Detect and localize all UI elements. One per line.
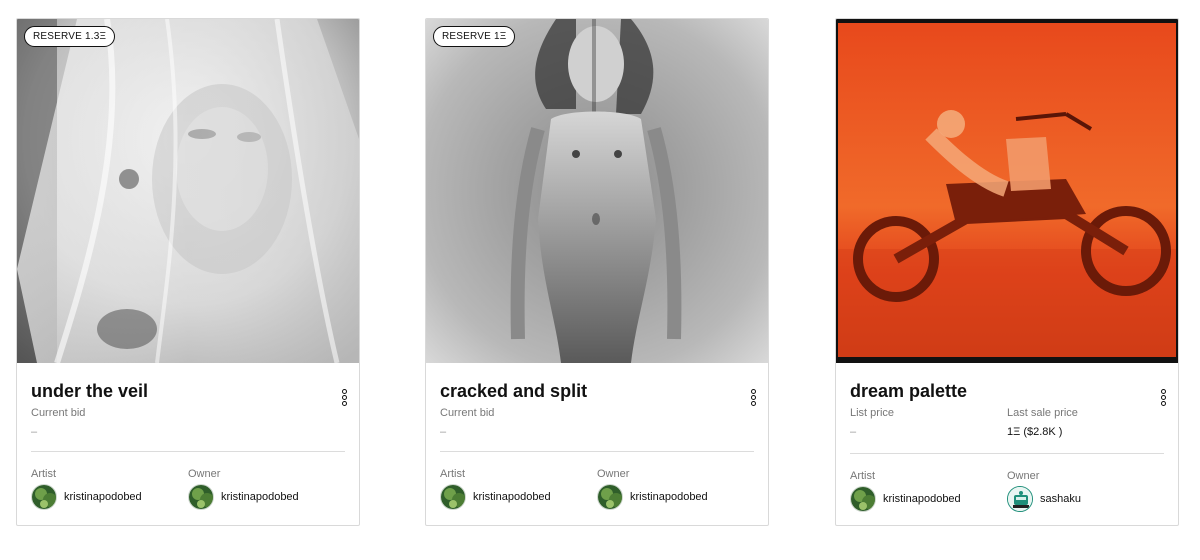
price-label: Current bid — [31, 407, 86, 419]
reserve-badge: RESERVE 1.3Ξ — [24, 26, 116, 47]
owner-link[interactable]: kristinapodobed — [188, 484, 299, 510]
artwork-title[interactable]: cracked and split — [440, 381, 587, 402]
artwork-image-under-the-veil[interactable]: RESERVE 1.3Ξ — [17, 19, 359, 363]
nft-card-cracked-and-split[interactable]: RESERVE 1Ξ cracked and split Current bid… — [425, 18, 769, 526]
divider — [31, 451, 345, 452]
price-value: – — [31, 426, 38, 438]
divider — [440, 451, 754, 452]
artwork-title[interactable]: under the veil — [31, 381, 148, 402]
artist-link[interactable]: kristinapodobed — [31, 484, 142, 510]
owner-avatar — [1007, 486, 1033, 512]
list-price-label: List price — [850, 407, 895, 419]
artwork-image-dream-palette[interactable] — [836, 19, 1178, 363]
nft-card-dream-palette[interactable]: dream palette List price – Last sale pri… — [835, 18, 1179, 526]
owner-avatar — [597, 484, 623, 510]
artist-avatar — [850, 486, 876, 512]
artist-avatar — [31, 484, 57, 510]
artist-link[interactable]: kristinapodobed — [440, 484, 551, 510]
artist-label: Artist — [31, 468, 57, 480]
more-options-icon[interactable] — [1158, 389, 1168, 407]
owner-name: kristinapodobed — [630, 491, 708, 503]
owner-name: sashaku — [1040, 493, 1081, 505]
list-price-value: – — [850, 426, 857, 438]
owner-avatar — [188, 484, 214, 510]
reserve-badge: RESERVE 1Ξ — [433, 26, 516, 47]
artist-label: Artist — [850, 470, 876, 482]
nft-card-under-the-veil[interactable]: RESERVE 1.3Ξ under the veil Current bid … — [16, 18, 360, 526]
artist-avatar — [440, 484, 466, 510]
owner-name: kristinapodobed — [221, 491, 299, 503]
artwork-veiled-portrait — [17, 19, 359, 363]
owner-label: Owner — [1007, 470, 1040, 482]
last-sale-label: Last sale price — [1007, 407, 1078, 419]
artwork-motorcycle-photo — [836, 19, 1178, 363]
last-sale-value: 1Ξ ($2.8K ) — [1007, 426, 1063, 438]
owner-label: Owner — [597, 468, 630, 480]
price-label: Current bid — [440, 407, 495, 419]
artwork-title[interactable]: dream palette — [850, 381, 967, 402]
artwork-figure-photo — [426, 19, 768, 363]
artwork-image-cracked-and-split[interactable]: RESERVE 1Ξ — [426, 19, 768, 363]
more-options-icon[interactable] — [748, 389, 758, 407]
owner-link[interactable]: kristinapodobed — [597, 484, 708, 510]
owner-label: Owner — [188, 468, 221, 480]
artist-label: Artist — [440, 468, 466, 480]
artist-name: kristinapodobed — [473, 491, 551, 503]
divider — [850, 453, 1164, 454]
artist-name: kristinapodobed — [883, 493, 961, 505]
owner-link[interactable]: sashaku — [1007, 486, 1081, 512]
artist-name: kristinapodobed — [64, 491, 142, 503]
more-options-icon[interactable] — [339, 389, 349, 407]
artist-link[interactable]: kristinapodobed — [850, 486, 961, 512]
price-value: – — [440, 426, 447, 438]
